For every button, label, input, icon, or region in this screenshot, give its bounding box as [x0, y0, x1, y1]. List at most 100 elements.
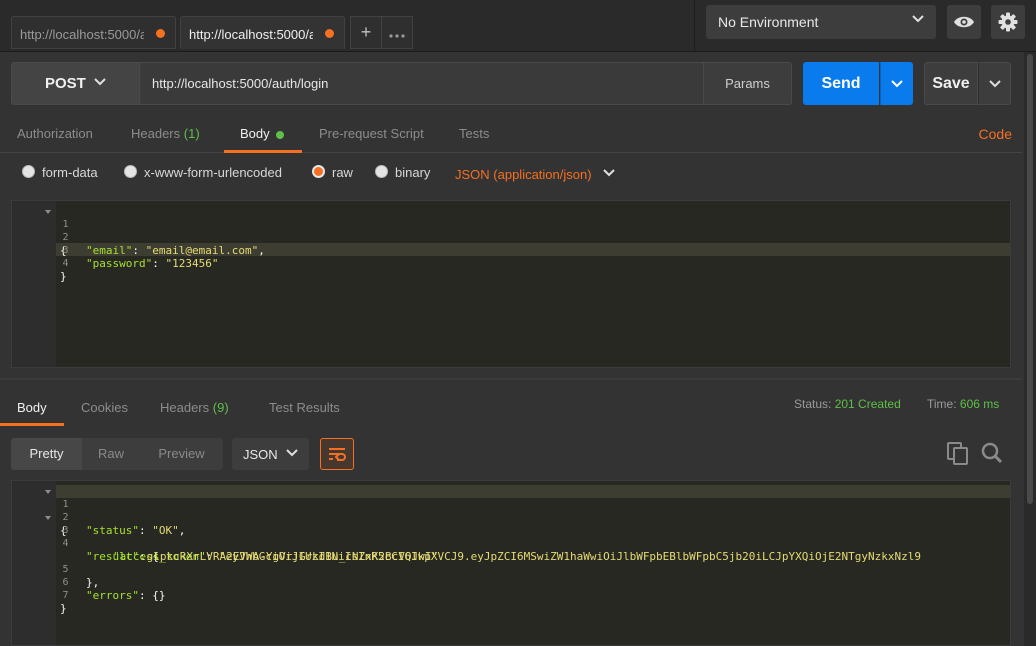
wrap-lines-button[interactable]	[320, 438, 354, 470]
radio-circle-icon	[22, 165, 35, 178]
json-value: {}	[152, 589, 166, 602]
chevron-down-icon	[988, 79, 1001, 87]
chevron-down-icon	[912, 15, 924, 23]
response-tab-headers[interactable]: Headers (9)	[160, 400, 229, 415]
preview-button[interactable]: Preview	[140, 438, 223, 470]
time-value[interactable]: 606 ms	[960, 397, 999, 411]
request-tab-1[interactable]: http://localhost:5000/auth/login	[11, 16, 176, 49]
code-line: 4 }	[12, 244, 1010, 283]
radio-urlencoded[interactable]: x-www-form-urlencoded	[124, 165, 282, 180]
code-line: .glpkcRXrLVRA2EVWA-YgVrjGrkdBu_cNZxK2BcV…	[12, 537, 1010, 563]
pretty-button[interactable]: Pretty	[11, 438, 82, 470]
fold-arrow-icon[interactable]	[45, 490, 51, 494]
chevron-down-icon[interactable]	[603, 169, 615, 177]
code-line: 5 },	[12, 550, 1010, 589]
content-type-select[interactable]: JSON (application/json)	[455, 167, 592, 182]
eye-icon	[954, 16, 974, 28]
code-line: 1 {	[12, 485, 1010, 537]
line-number: 7	[62, 590, 69, 601]
settings-button[interactable]	[991, 5, 1025, 39]
save-dropdown-button[interactable]	[978, 62, 1011, 105]
active-tab-indicator	[0, 423, 64, 426]
chevron-down-icon	[891, 79, 903, 87]
time-label: Time:	[927, 397, 957, 411]
save-button[interactable]: Save	[924, 62, 978, 105]
radio-binary[interactable]: binary	[375, 165, 430, 180]
response-format-value: JSON	[243, 447, 278, 462]
request-tab-2-label: http://localhost:5000/auth/login	[189, 27, 313, 42]
tab-tests[interactable]: Tests	[459, 126, 489, 141]
response-body-viewer[interactable]: 1 { 2 "status": "OK", 3 "result": { 4 "a…	[11, 480, 1011, 646]
response-tab-body[interactable]: Body	[17, 400, 47, 415]
response-tab-test-results[interactable]: Test Results	[269, 400, 340, 415]
tab-headers-label: Headers	[131, 126, 181, 141]
radio-selected-icon	[312, 165, 325, 178]
radio-circle-icon	[124, 165, 137, 178]
tab-body-label: Body	[240, 126, 270, 141]
response-tab-cookies[interactable]: Cookies	[81, 400, 128, 415]
fold-arrow-icon[interactable]	[45, 210, 51, 214]
json-value: "123456"	[165, 257, 219, 270]
code-line: 4 "access_token": "eyJhbGciOiJIUzI1NiIsI…	[12, 524, 1010, 563]
unsaved-dot-icon	[156, 29, 165, 38]
new-tab-button[interactable]: +	[350, 16, 382, 49]
response-view-toggle: Pretty Raw Preview	[11, 438, 223, 470]
status-label: Status:	[794, 397, 832, 411]
json-key: "errors"	[86, 589, 139, 602]
response-format-select[interactable]: JSON	[232, 438, 309, 470]
request-tab-2[interactable]: http://localhost:5000/auth/login	[180, 16, 345, 49]
send-dropdown-button[interactable]	[880, 62, 913, 105]
code-text: }	[60, 270, 67, 283]
code-line: 6 "errors": {}	[12, 563, 1010, 602]
radio-circle-icon	[375, 165, 388, 178]
request-url-bar: POST Params	[11, 62, 792, 105]
json-key: "password"	[86, 257, 153, 270]
code-text: "password": "123456"	[86, 257, 218, 270]
active-dot-icon	[275, 130, 284, 139]
tab-bar: http://localhost:5000/auth/login http://…	[0, 0, 1036, 52]
tab-headers[interactable]: Headers (1)	[131, 126, 200, 141]
tab-body[interactable]: Body	[240, 126, 284, 141]
radio-raw[interactable]: raw	[312, 165, 353, 180]
request-tabs: Authorization Headers (1) Body Pre-reque…	[0, 116, 1022, 153]
divider	[694, 0, 695, 52]
method-select[interactable]: POST	[12, 63, 140, 104]
scrollbar[interactable]	[1024, 52, 1036, 646]
scrollbar-thumb[interactable]	[1027, 54, 1033, 504]
method-value: POST	[45, 75, 86, 92]
environment-select-value: No Environment	[718, 14, 819, 30]
response-tab-headers-count: (9)	[212, 400, 229, 415]
ellipsis-icon	[389, 34, 405, 38]
radio-urlencoded-label: x-www-form-urlencoded	[144, 165, 282, 180]
code-link[interactable]: Code	[979, 126, 1012, 142]
pane-resize-handle[interactable]	[0, 378, 1022, 380]
code-line: 3 "result": {	[12, 511, 1010, 563]
gear-icon	[998, 12, 1018, 32]
code-text: "errors": {}	[86, 589, 166, 602]
environment-quick-look-button[interactable]	[947, 5, 981, 39]
search-icon[interactable]	[981, 442, 1003, 464]
code-text: }	[60, 602, 67, 615]
tab-headers-count: (1)	[183, 126, 200, 141]
chevron-down-icon	[94, 78, 106, 86]
code-line: 1 {	[12, 205, 1010, 257]
send-button[interactable]: Send	[803, 62, 879, 105]
request-tab-1-label: http://localhost:5000/auth/login	[20, 27, 144, 42]
params-button[interactable]: Params	[703, 63, 791, 104]
json-sep: :	[152, 257, 166, 270]
raw-button[interactable]: Raw	[82, 438, 140, 470]
url-input[interactable]	[141, 63, 703, 104]
environment-select[interactable]: No Environment	[706, 5, 936, 39]
more-tabs-button[interactable]	[381, 16, 413, 49]
code-line: 2 "email": "email@email.com",	[12, 218, 1010, 257]
fold-arrow-icon[interactable]	[45, 516, 51, 520]
copy-icon[interactable]	[947, 442, 969, 466]
tab-authorization[interactable]: Authorization	[17, 126, 93, 141]
radio-form-data[interactable]: form-data	[22, 165, 98, 180]
request-body-editor[interactable]: 1 { 2 "email": "email@email.com", 3 "pas…	[11, 200, 1011, 368]
chevron-down-icon	[286, 449, 298, 457]
unsaved-dot-icon	[325, 29, 334, 38]
status-value[interactable]: 201 Created	[835, 397, 901, 411]
tab-pre-request-script[interactable]: Pre-request Script	[319, 126, 424, 141]
response-status: Status: 201 Created	[794, 397, 901, 411]
